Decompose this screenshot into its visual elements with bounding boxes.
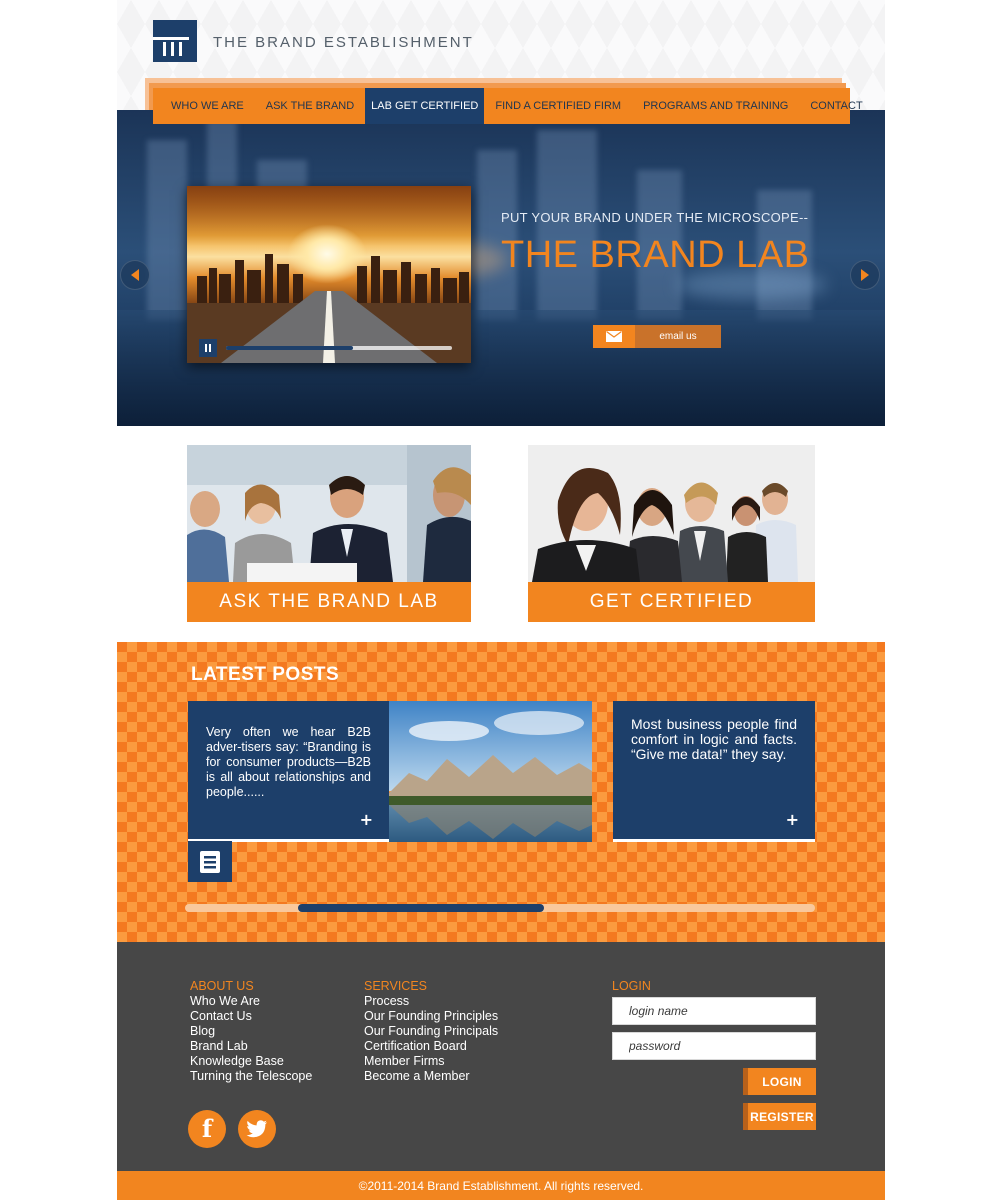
login-button[interactable]: LOGIN [743, 1068, 816, 1095]
footer-link-brand-lab[interactable]: Brand Lab [190, 1039, 312, 1054]
footer-about-heading: ABOUT US [190, 979, 254, 993]
post-excerpt: Very often we hear B2B adver-tisers say:… [206, 725, 371, 799]
video-progress-fill [226, 346, 353, 350]
hero-next-button[interactable] [850, 260, 880, 290]
nav-contact[interactable]: CONTACT [799, 88, 873, 124]
read-more-plus-icon[interactable]: + [786, 810, 799, 829]
footer-about-column: ABOUT US Who We Are Contact Us Blog Bran… [190, 979, 312, 1084]
footer-link-who-we-are[interactable]: Who We Are [190, 994, 312, 1009]
footer-link-founding-principles[interactable]: Our Founding Principles [364, 1009, 498, 1024]
brand-logo-icon[interactable] [153, 20, 197, 62]
posts-scrollbar[interactable] [185, 904, 815, 912]
get-certified-card[interactable]: GET CERTIFIED [528, 445, 815, 622]
business-meeting-photo [187, 445, 471, 582]
facebook-button[interactable]: f [188, 1110, 226, 1148]
brand-name[interactable]: THE BRAND ESTABLISHMENT [213, 34, 474, 51]
ask-the-brand-lab-card[interactable]: ASK THE BRAND LAB [187, 445, 471, 622]
login-name-input[interactable] [612, 997, 816, 1025]
pause-button[interactable] [199, 339, 217, 357]
get-certified-label: GET CERTIFIED [528, 582, 815, 622]
envelope-icon [593, 325, 635, 348]
video-progress-track[interactable] [226, 346, 452, 350]
copyright-bar: ©2011-2014 Brand Establishment. All righ… [117, 1171, 885, 1200]
footer-services-column: SERVICES Process Our Founding Principles… [364, 979, 498, 1084]
footer-link-member-firms[interactable]: Member Firms [364, 1054, 498, 1069]
post-card[interactable]: Very often we hear B2B adver-tisers say:… [188, 701, 389, 842]
post-excerpt: Most business people find comfort in log… [631, 716, 797, 762]
hero-title: THE BRAND LAB [501, 234, 810, 276]
hero-bg-building [537, 130, 597, 320]
login-heading: LOGIN [612, 979, 651, 993]
footer-link-founding-principals[interactable]: Our Founding Principals [364, 1024, 498, 1039]
site: THE BRAND ESTABLISHMENT WHO WE ARE ASK T… [117, 0, 885, 1200]
nav-who-we-are[interactable]: WHO WE ARE [153, 88, 255, 124]
footer: ABOUT US Who We Are Contact Us Blog Bran… [117, 942, 885, 1171]
password-input[interactable] [612, 1032, 816, 1060]
nav-ask-the-brand[interactable]: ASK THE BRAND [255, 88, 365, 124]
nav-lab-get-certified[interactable]: LAB GET CERTIFIED [365, 88, 485, 124]
hero-bg-building [147, 140, 187, 320]
email-us-label: email us [635, 325, 721, 348]
twitter-icon [246, 1120, 267, 1138]
pause-icon [205, 344, 207, 352]
twitter-button[interactable] [238, 1110, 276, 1148]
posts-scrollbar-thumb[interactable] [298, 904, 545, 912]
hero-prev-button[interactable] [120, 260, 150, 290]
nav-find-a-certified-firm[interactable]: FIND A CERTIFIED FIRM [484, 88, 632, 124]
latest-posts-section: LATEST POSTS Very often we hear B2B adve… [117, 642, 885, 942]
footer-link-knowledge-base[interactable]: Knowledge Base [190, 1054, 312, 1069]
video-controls [199, 339, 459, 357]
chevron-left-icon [131, 269, 139, 281]
latest-posts-title: LATEST POSTS [191, 664, 340, 685]
facebook-icon: f [201, 1114, 213, 1143]
hero-tagline: PUT YOUR BRAND UNDER THE MICROSCOPE-- [501, 210, 809, 225]
document-list-icon[interactable] [188, 841, 232, 882]
footer-link-turning-the-telescope[interactable]: Turning the Telescope [190, 1069, 312, 1084]
footer-link-process[interactable]: Process [364, 994, 498, 1009]
footer-link-blog[interactable]: Blog [190, 1024, 312, 1039]
email-us-button[interactable]: email us [593, 325, 721, 348]
hero-video-player[interactable] [187, 186, 471, 363]
footer-services-heading: SERVICES [364, 979, 427, 993]
post-card[interactable]: Most business people find comfort in log… [613, 701, 815, 842]
ask-the-brand-lab-label: ASK THE BRAND LAB [187, 582, 471, 622]
mountain-lake-photo [389, 701, 592, 842]
read-more-plus-icon[interactable]: + [360, 810, 373, 829]
hero-banner: PUT YOUR BRAND UNDER THE MICROSCOPE-- TH… [117, 110, 885, 426]
footer-link-certification-board[interactable]: Certification Board [364, 1039, 498, 1054]
team-portrait-photo [528, 445, 815, 582]
chevron-right-icon [861, 269, 869, 281]
main-nav: WHO WE ARE ASK THE BRAND LAB GET CERTIFI… [153, 88, 863, 124]
register-button[interactable]: REGISTER [743, 1103, 816, 1130]
nav-programs-and-training[interactable]: PROGRAMS AND TRAINING [632, 88, 799, 124]
footer-link-contact-us[interactable]: Contact Us [190, 1009, 312, 1024]
footer-link-become-a-member[interactable]: Become a Member [364, 1069, 498, 1084]
pause-icon [209, 344, 211, 352]
